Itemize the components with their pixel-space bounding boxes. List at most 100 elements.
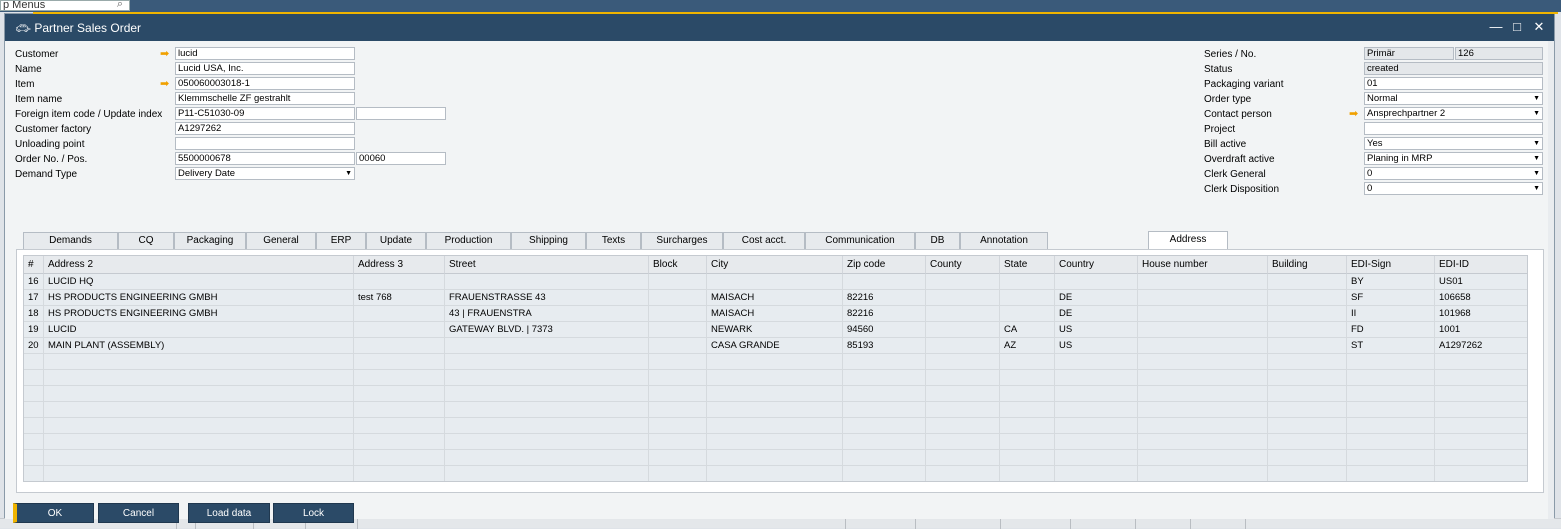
table-cell[interactable] — [354, 370, 445, 386]
table-cell[interactable] — [1138, 434, 1268, 450]
table-cell[interactable]: 106658 — [1435, 290, 1527, 306]
table-cell[interactable] — [843, 466, 926, 481]
table-cell[interactable] — [1268, 290, 1347, 306]
table-cell[interactable] — [445, 370, 649, 386]
table-cell[interactable] — [707, 402, 843, 418]
table-cell[interactable] — [1268, 338, 1347, 354]
table-cell[interactable] — [1000, 466, 1055, 481]
table-cell[interactable] — [44, 402, 354, 418]
table-cell[interactable] — [843, 450, 926, 466]
table-cell[interactable]: 94560 — [843, 322, 926, 338]
window-titlebar[interactable]: 🚗︎ - Partner Sales Order — □ ✕ — [5, 12, 1558, 41]
table-cell[interactable] — [1347, 450, 1435, 466]
table-cell[interactable] — [1268, 450, 1347, 466]
table-cell[interactable] — [44, 466, 354, 481]
table-cell[interactable] — [1000, 418, 1055, 434]
tab-packaging[interactable]: Packaging — [174, 232, 246, 249]
table-cell[interactable] — [649, 354, 707, 370]
item-name-field[interactable]: Klemmschelle ZF gestrahlt — [175, 92, 355, 105]
table-cell[interactable] — [445, 386, 649, 402]
table-cell[interactable] — [445, 450, 649, 466]
table-cell[interactable] — [843, 386, 926, 402]
table-cell[interactable] — [445, 418, 649, 434]
table-cell[interactable] — [843, 434, 926, 450]
table-cell[interactable] — [926, 386, 1000, 402]
tab-update[interactable]: Update — [366, 232, 426, 249]
table-cell[interactable] — [44, 418, 354, 434]
table-cell[interactable]: 1001 — [1435, 322, 1527, 338]
table-cell[interactable]: DE — [1055, 290, 1138, 306]
table-cell[interactable]: 82216 — [843, 306, 926, 322]
table-cell[interactable] — [1055, 386, 1138, 402]
table-cell[interactable] — [1000, 306, 1055, 322]
table-cell[interactable] — [354, 466, 445, 481]
table-cell[interactable] — [1435, 434, 1527, 450]
table-cell[interactable] — [707, 274, 843, 290]
table-cell[interactable] — [843, 354, 926, 370]
table-cell[interactable] — [44, 386, 354, 402]
table-cell[interactable]: MAIN PLANT (ASSEMBLY) — [44, 338, 354, 354]
table-cell[interactable] — [926, 354, 1000, 370]
tab-annotation[interactable]: Annotation — [960, 232, 1048, 249]
unloading-point-field[interactable] — [175, 137, 355, 150]
tab-db[interactable]: DB — [915, 232, 960, 249]
table-cell[interactable] — [707, 370, 843, 386]
col-edi-id-header[interactable]: EDI-ID — [1435, 256, 1527, 274]
table-cell[interactable]: 43 | FRAUENSTRA — [445, 306, 649, 322]
clerk-general-dropdown[interactable]: 0 — [1364, 167, 1543, 180]
col-zip-code-header[interactable]: Zip code — [843, 256, 926, 274]
table-cell[interactable] — [707, 418, 843, 434]
table-cell[interactable]: LUCID HQ — [44, 274, 354, 290]
table-cell[interactable] — [649, 466, 707, 481]
table-cell[interactable] — [1268, 322, 1347, 338]
table-cell[interactable] — [649, 290, 707, 306]
table-cell[interactable]: 85193 — [843, 338, 926, 354]
table-cell[interactable] — [926, 290, 1000, 306]
table-cell[interactable] — [1138, 306, 1268, 322]
col-house-number-header[interactable]: House number — [1138, 256, 1268, 274]
table-cell[interactable]: ST — [1347, 338, 1435, 354]
table-cell[interactable] — [1138, 402, 1268, 418]
table-cell[interactable] — [707, 354, 843, 370]
table-cell[interactable]: SF — [1347, 290, 1435, 306]
table-cell[interactable] — [649, 450, 707, 466]
col-county-header[interactable]: County — [926, 256, 1000, 274]
col-building-header[interactable]: Building — [1268, 256, 1347, 274]
table-cell[interactable] — [1055, 418, 1138, 434]
table-cell[interactable]: FRAUENSTRASSE 43 — [445, 290, 649, 306]
table-cell[interactable] — [926, 274, 1000, 290]
clerk-disposition-dropdown[interactable]: 0 — [1364, 182, 1543, 195]
table-cell[interactable]: HS PRODUCTS ENGINEERING GMBH — [44, 306, 354, 322]
table-cell[interactable] — [649, 418, 707, 434]
table-cell[interactable] — [1138, 450, 1268, 466]
table-cell[interactable] — [1138, 354, 1268, 370]
empty-table-row[interactable] — [24, 370, 1527, 386]
table-cell[interactable] — [354, 306, 445, 322]
table-cell[interactable]: CASA GRANDE — [707, 338, 843, 354]
customer-field[interactable]: lucid — [175, 47, 355, 60]
table-cell[interactable] — [649, 338, 707, 354]
table-cell[interactable] — [1435, 370, 1527, 386]
ok-button[interactable]: OK — [13, 503, 94, 523]
table-cell[interactable] — [1268, 402, 1347, 418]
table-cell[interactable] — [707, 450, 843, 466]
empty-table-row[interactable] — [24, 450, 1527, 466]
demand-type-dropdown[interactable]: Delivery Date — [175, 167, 355, 180]
col-country-header[interactable]: Country — [1055, 256, 1138, 274]
table-cell[interactable] — [1435, 402, 1527, 418]
tab-cost-acct[interactable]: Cost acct. — [723, 232, 805, 249]
table-cell[interactable] — [1055, 274, 1138, 290]
table-cell[interactable] — [707, 386, 843, 402]
table-cell[interactable] — [649, 306, 707, 322]
table-cell[interactable] — [1347, 386, 1435, 402]
search-icon[interactable]: ⌕ — [117, 1, 123, 10]
table-cell[interactable] — [1055, 434, 1138, 450]
table-cell[interactable]: US — [1055, 322, 1138, 338]
menu-search-input[interactable]: p Menus ⌕ — [0, 0, 130, 11]
col-address-2-header[interactable]: Address 2 — [44, 256, 354, 274]
item-link-arrow-icon[interactable]: ➡ — [160, 79, 172, 90]
table-row[interactable]: 19 LUCID GATEWAY BLVD. | 7373 NEWARK 94560 CA… — [24, 322, 1527, 338]
table-cell[interactable] — [354, 274, 445, 290]
table-cell[interactable] — [1268, 370, 1347, 386]
empty-table-row[interactable] — [24, 386, 1527, 402]
